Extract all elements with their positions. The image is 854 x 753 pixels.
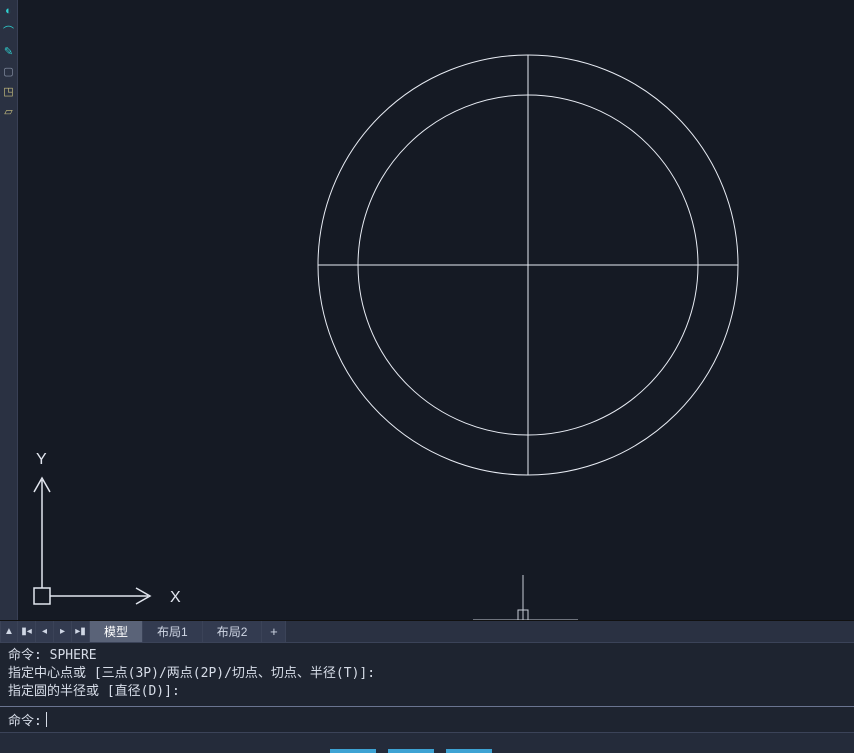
command-prompt-label: 命令: [8,710,42,729]
status-highlight-1 [330,749,376,753]
ucs-icon [34,478,150,604]
ground-marker [473,575,578,620]
tab-collapse-button[interactable]: ▲ [0,621,18,642]
tab-add-button[interactable]: + [262,621,286,642]
layout-tabstrip: ▲ ▮◂ ◂ ▸ ▸▮ 模型 布局1 布局2 + [0,620,854,642]
ucs-x-label: X [170,589,181,606]
tool-icon-1[interactable]: ◐ [2,4,16,18]
tool-icon-5[interactable]: ◳ [2,84,16,98]
drawing-viewport[interactable]: X Y [18,0,854,620]
status-highlight-3 [446,749,492,753]
tab-next-button[interactable]: ▸ [54,621,72,642]
command-line[interactable]: 命令: [0,706,854,732]
status-bar [0,732,854,753]
ucs-y-label: Y [36,451,47,468]
tab-first-button[interactable]: ▮◂ [18,621,36,642]
tool-icon-6[interactable]: ▱ [2,104,16,118]
status-highlight-2 [388,749,434,753]
tool-icon-3[interactable]: ✎ [2,44,16,58]
text-caret-icon [46,712,47,727]
tab-nav: ▲ ▮◂ ◂ ▸ ▸▮ [0,621,90,642]
command-log-line1: 命令: SPHERE [8,648,97,663]
tab-model[interactable]: 模型 [90,621,143,642]
tool-icon-2[interactable]: ⌒ [2,24,16,38]
command-log-line2: 指定中心点或 [三点(3P)/两点(2P)/切点、切点、半径(T)]: [8,666,375,681]
command-log: 命令: SPHERE 指定中心点或 [三点(3P)/两点(2P)/切点、切点、半… [0,642,854,706]
tab-layout2[interactable]: 布局2 [203,621,263,642]
tab-last-button[interactable]: ▸▮ [72,621,90,642]
tab-layout1[interactable]: 布局1 [143,621,203,642]
tab-prev-button[interactable]: ◂ [36,621,54,642]
left-toolbar: ◐ ⌒ ✎ ▢ ◳ ▱ [0,0,18,620]
command-log-line3: 指定圆的半径或 [直径(D)]: [8,684,180,699]
tool-icon-4[interactable]: ▢ [2,64,16,78]
